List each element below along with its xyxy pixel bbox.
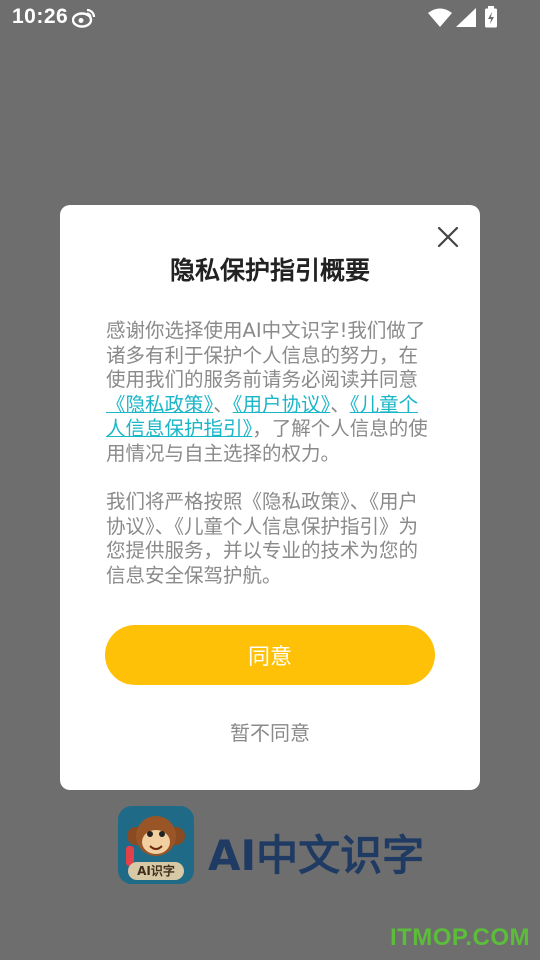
intro-paragraph: 感谢你选择使用AI中文识字!我们做了诸多有利于保护个人信息的努力，在使用我们的服…	[106, 319, 436, 466]
commitment-paragraph: 我们将严格按照《隐私政策》、《用户协议》、《儿童个人信息保护指引》为您提供服务，…	[106, 490, 419, 587]
battery-icon	[485, 6, 497, 28]
intro-text: 感谢你选择使用AI中文识字!我们做了诸多有利于保护个人信息的努力，在使用我们的服…	[106, 319, 426, 391]
status-time: 10:26	[12, 5, 69, 28]
watermark: ITMOP.COM	[389, 924, 530, 951]
signal-icon	[456, 8, 476, 27]
wifi-icon	[428, 8, 452, 27]
app-logo: AI识字	[118, 806, 194, 884]
separator-text: 、	[213, 392, 233, 416]
close-icon[interactable]	[434, 223, 462, 251]
user-agreement-link[interactable]: 《用户协议》	[233, 393, 331, 416]
privacy-policy-link[interactable]: 《隐私政策》	[106, 393, 213, 416]
weibo-icon	[72, 8, 96, 28]
agree-button[interactable]: 同意	[105, 625, 435, 685]
logo-badge: AI识字	[128, 862, 184, 880]
status-bar: 10:26	[0, 0, 540, 36]
app-name: AI中文识字	[208, 831, 425, 880]
dialog-body: 感谢你选择使用AI中文识字!我们做了诸多有利于保护个人信息的努力，在使用我们的服…	[106, 319, 436, 588]
separator-text: 、	[330, 392, 350, 416]
privacy-dialog: 隐私保护指引概要 感谢你选择使用AI中文识字!我们做了诸多有利于保护个人信息的努…	[60, 205, 480, 790]
disagree-button[interactable]: 暂不同意	[60, 717, 480, 746]
dialog-title: 隐私保护指引概要	[169, 256, 370, 285]
